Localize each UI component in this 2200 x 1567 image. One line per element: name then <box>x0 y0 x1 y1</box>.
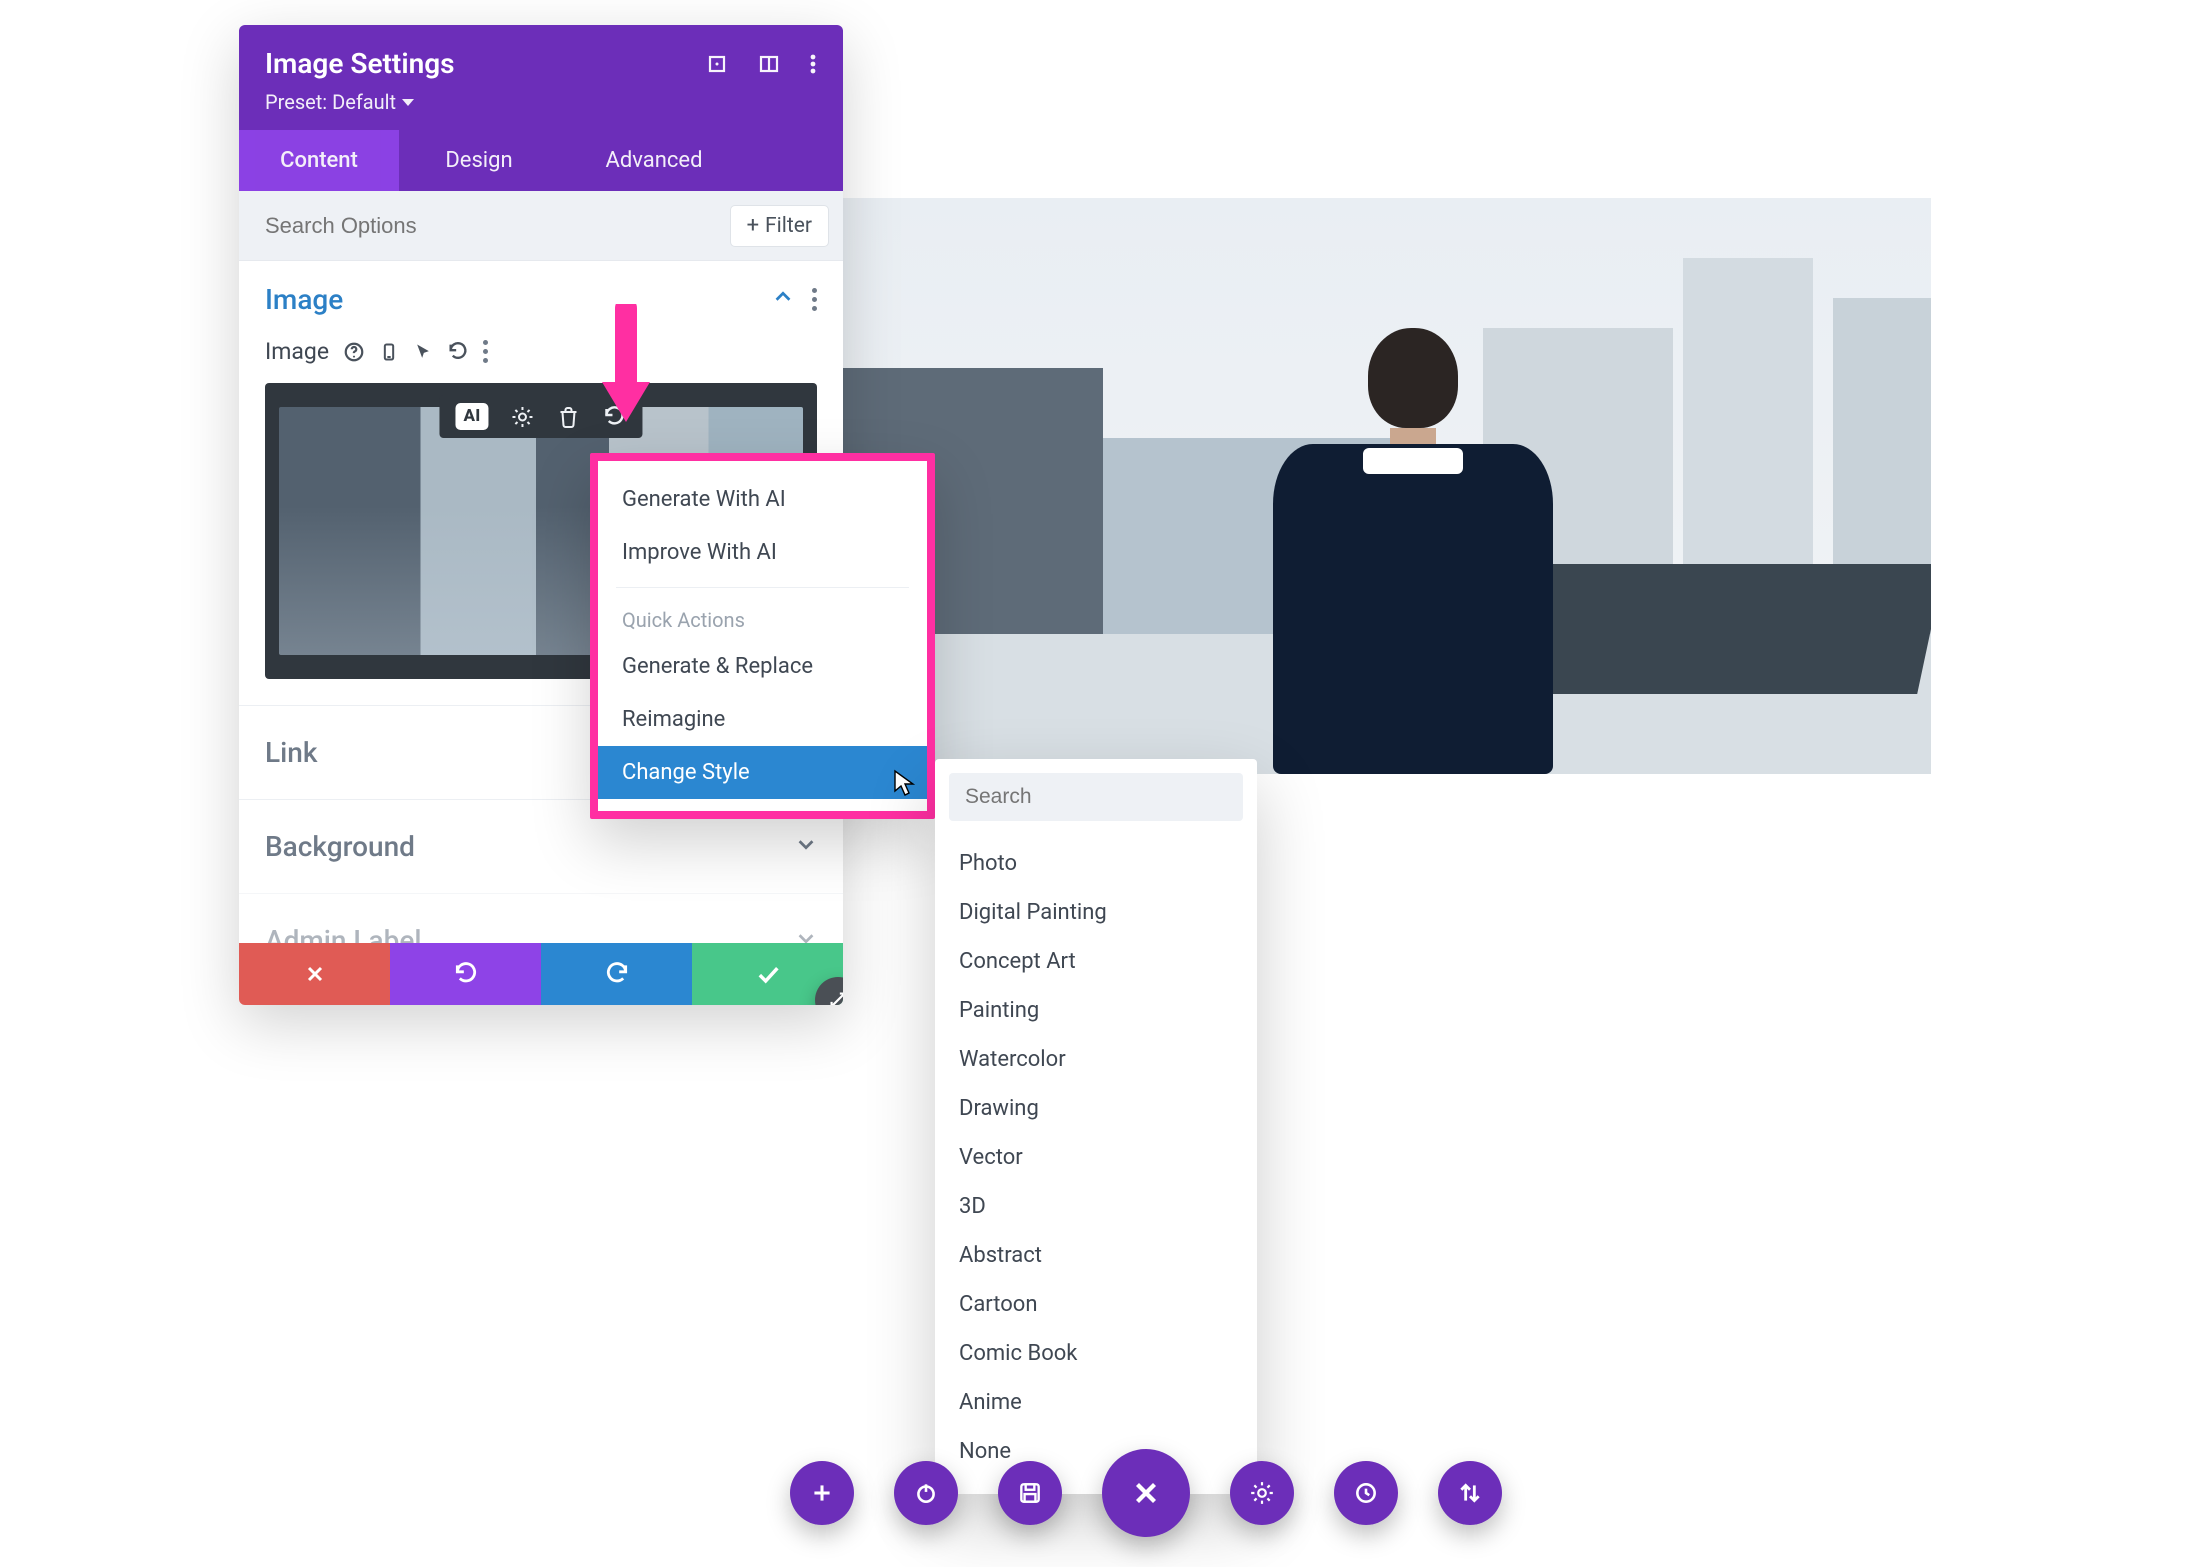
search-options-input[interactable] <box>265 213 603 239</box>
menu-heading-quick-actions: Quick Actions <box>598 596 927 640</box>
builder-close-button[interactable] <box>1102 1449 1190 1537</box>
style-option-painting[interactable]: Painting <box>935 986 1257 1035</box>
chevron-up-icon[interactable] <box>772 286 794 314</box>
panel-title: Image Settings <box>265 47 455 80</box>
cursor-icon[interactable] <box>413 341 433 363</box>
tab-advanced[interactable]: Advanced <box>559 130 749 191</box>
trash-icon[interactable] <box>557 405 581 429</box>
chevron-down-icon <box>795 833 817 861</box>
style-option-vector[interactable]: Vector <box>935 1133 1257 1182</box>
style-option-3d[interactable]: 3D <box>935 1182 1257 1231</box>
hero-parapet <box>1497 564 1931 694</box>
panel-header: Image Settings Preset: Default <box>239 25 843 130</box>
discard-button[interactable] <box>239 943 390 1005</box>
menu-item-generate-with-ai[interactable]: Generate With AI <box>598 473 927 526</box>
change-style-popover: Photo Digital Painting Concept Art Paint… <box>935 759 1257 1494</box>
section-title-link: Link <box>265 736 317 769</box>
tab-content[interactable]: Content <box>239 130 399 191</box>
hero-person <box>1273 328 1553 774</box>
style-option-photo[interactable]: Photo <box>935 839 1257 888</box>
builder-toolbar <box>790 1449 1502 1537</box>
builder-power-button[interactable] <box>894 1461 958 1525</box>
image-toolbar: AI <box>439 395 642 438</box>
caret-down-icon <box>402 99 414 106</box>
menu-separator <box>616 587 909 588</box>
style-option-drawing[interactable]: Drawing <box>935 1084 1257 1133</box>
preset-label: Preset: Default <box>265 90 396 114</box>
section-title-image: Image <box>265 283 343 316</box>
gear-icon[interactable] <box>511 405 535 429</box>
style-option-anime[interactable]: Anime <box>935 1378 1257 1427</box>
style-list: Photo Digital Painting Concept Art Paint… <box>935 835 1257 1484</box>
style-option-digital-painting[interactable]: Digital Painting <box>935 888 1257 937</box>
filter-button[interactable]: + Filter <box>730 205 829 247</box>
builder-add-button[interactable] <box>790 1461 854 1525</box>
ai-button[interactable]: AI <box>455 403 488 430</box>
style-option-abstract[interactable]: Abstract <box>935 1231 1257 1280</box>
builder-save-button[interactable] <box>998 1461 1062 1525</box>
section-more-icon[interactable] <box>812 288 817 311</box>
panel-tabs: Content Design Advanced <box>239 130 843 191</box>
more-icon[interactable] <box>809 52 817 76</box>
undo-button[interactable] <box>390 943 541 1005</box>
section-title-background: Background <box>265 830 415 863</box>
redo-button[interactable] <box>541 943 692 1005</box>
style-option-concept-art[interactable]: Concept Art <box>935 937 1257 986</box>
style-option-cartoon[interactable]: Cartoon <box>935 1280 1257 1329</box>
builder-history-button[interactable] <box>1334 1461 1398 1525</box>
columns-icon[interactable] <box>757 52 781 76</box>
menu-item-reimagine[interactable]: Reimagine <box>598 693 927 746</box>
hero-image <box>843 198 1931 774</box>
expand-icon[interactable] <box>705 52 729 76</box>
reset-icon[interactable] <box>603 405 627 429</box>
style-option-comic-book[interactable]: Comic Book <box>935 1329 1257 1378</box>
style-option-watercolor[interactable]: Watercolor <box>935 1035 1257 1084</box>
ai-dropdown-menu: Generate With AI Improve With AI Quick A… <box>590 453 935 819</box>
panel-action-bar <box>239 943 843 1005</box>
builder-settings-button[interactable] <box>1230 1461 1294 1525</box>
preset-dropdown[interactable]: Preset: Default <box>265 90 817 114</box>
phone-icon[interactable] <box>379 341 399 363</box>
tab-design[interactable]: Design <box>399 130 559 191</box>
search-row: + Filter <box>239 191 843 261</box>
builder-swap-button[interactable] <box>1438 1461 1502 1525</box>
field-more-icon[interactable] <box>483 340 488 363</box>
style-search-input[interactable] <box>949 773 1243 821</box>
plus-icon: + <box>747 215 759 237</box>
undo-icon[interactable] <box>447 341 469 363</box>
help-icon[interactable] <box>343 341 365 363</box>
menu-item-improve-with-ai[interactable]: Improve With AI <box>598 526 927 579</box>
filter-label: Filter <box>765 214 812 238</box>
menu-item-generate-replace[interactable]: Generate & Replace <box>598 640 927 693</box>
image-field-label: Image <box>265 338 329 365</box>
menu-item-change-style[interactable]: Change Style <box>598 746 927 799</box>
